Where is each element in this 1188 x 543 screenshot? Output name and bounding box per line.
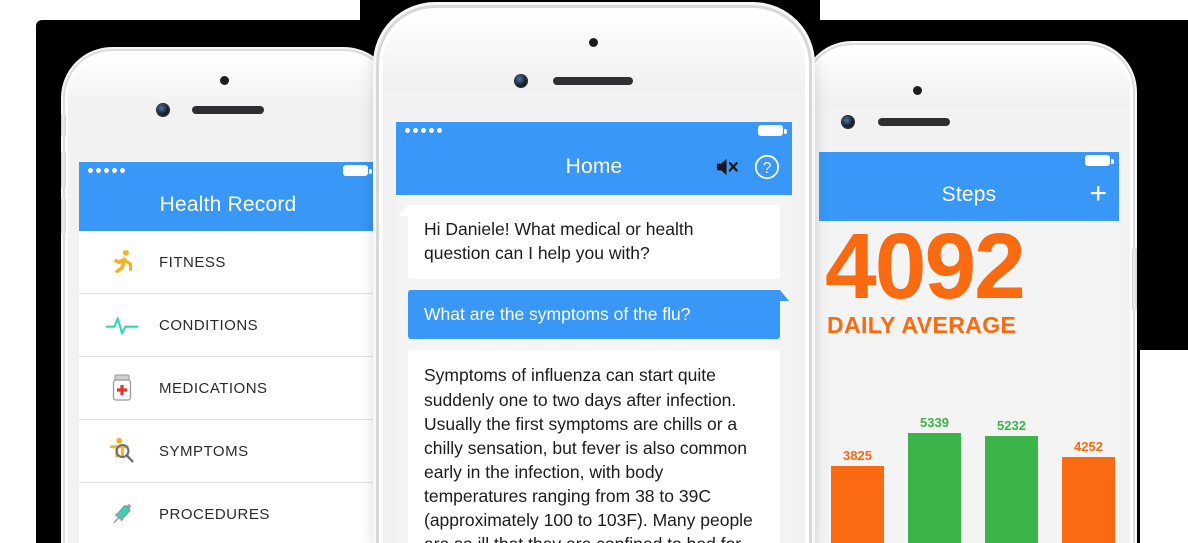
bezel-gloss: [68, 54, 388, 114]
page-title: Health Record: [159, 193, 297, 216]
volume-down-button[interactable]: [61, 198, 66, 234]
navbar-home: Home ?: [396, 139, 792, 195]
list-item-medications[interactable]: MEDICATIONS: [79, 357, 377, 420]
bar-value-label: 3825: [843, 448, 872, 464]
bar-column[interactable]: 5232: [985, 399, 1038, 543]
bar-column[interactable]: 4252: [1062, 399, 1115, 543]
chat-bubble-user[interactable]: What are the symptoms of the flu?: [408, 289, 789, 340]
list-item-label: PROCEDURES: [159, 505, 270, 523]
health-record-list: FITNESS CONDITIONS MEDICATIONS SYMPTOMS …: [79, 231, 377, 543]
screen-right: Steps + 4092 DAILY AVERAGE 3825 5339 523…: [819, 152, 1119, 543]
list-item-symptoms[interactable]: SYMPTOMS: [79, 420, 377, 483]
bar-rect: [1062, 456, 1115, 543]
body-search-icon: [101, 436, 143, 466]
status-bar-left: [79, 162, 377, 179]
bar-rect: [908, 433, 961, 543]
front-camera-icon: [515, 75, 527, 87]
navbar-actions-right: ?: [715, 154, 780, 180]
list-item-label: CONDITIONS: [159, 316, 259, 334]
navbar-actions-right: +: [1089, 178, 1107, 209]
battery-icon: [1085, 155, 1114, 166]
scrollbar-left[interactable]: [374, 236, 376, 356]
svg-text:?: ?: [763, 160, 772, 177]
battery-icon: [343, 165, 372, 176]
power-button[interactable]: [1132, 248, 1137, 310]
list-item-label: FITNESS: [159, 253, 226, 271]
list-item-label: SYMPTOMS: [159, 442, 249, 460]
bar-value-label: 4252: [1074, 438, 1103, 454]
earpiece-speaker-icon: [553, 77, 633, 85]
bar-rect: [985, 435, 1038, 543]
runner-icon: [101, 248, 143, 276]
steps-daily-average-label: DAILY AVERAGE: [827, 311, 1017, 338]
list-item-conditions[interactable]: CONDITIONS: [79, 294, 377, 357]
page-title: Home: [565, 155, 623, 178]
phone-center: Home ? Hi Daniele! What medical or healt…: [383, 12, 805, 543]
proximity-sensor-icon: [589, 38, 598, 47]
volume-up-button[interactable]: [61, 152, 66, 188]
screenshot-root: Health Record FITNESS CONDITIONS MEDICAT…: [0, 0, 1188, 543]
list-item-procedures[interactable]: PROCEDURES: [79, 483, 377, 543]
signal-strength-icon: [88, 168, 125, 173]
chat-bubble-assistant: Hi Daniele! What medical or health quest…: [399, 205, 780, 279]
speaker-mute-icon[interactable]: [715, 156, 740, 178]
list-item-fitness[interactable]: FITNESS: [79, 231, 377, 294]
proximity-sensor-icon: [913, 86, 922, 95]
proximity-sensor-icon: [220, 76, 229, 85]
steps-content: 4092 DAILY AVERAGE 3825 5339 5232 4252: [819, 214, 1119, 543]
screen-left: Health Record FITNESS CONDITIONS MEDICAT…: [79, 162, 377, 543]
steps-bar-chart: 3825 5339 5232 4252: [831, 399, 1115, 543]
plus-icon[interactable]: +: [1089, 178, 1107, 209]
screen-center: Home ? Hi Daniele! What medical or healt…: [396, 122, 792, 543]
page-title: Steps: [941, 183, 997, 206]
phone-right: Steps + 4092 DAILY AVERAGE 3825 5339 523…: [808, 48, 1137, 543]
signal-strength-icon: [405, 128, 442, 133]
list-item-label: MEDICATIONS: [159, 379, 268, 397]
question-mark-circle-icon[interactable]: ?: [754, 154, 780, 180]
pill-bottle-icon: [101, 373, 143, 403]
battery-icon: [758, 125, 787, 136]
bar-value-label: 5232: [997, 417, 1026, 433]
syringe-icon: [101, 499, 143, 529]
earpiece-speaker-icon: [192, 106, 264, 114]
bezel-gloss: [808, 48, 1130, 108]
heartbeat-icon: [101, 311, 143, 339]
steps-daily-average-value: 4092: [825, 214, 1026, 318]
chat-thread: Hi Daniele! What medical or health quest…: [396, 195, 792, 543]
phone-left: Health Record FITNESS CONDITIONS MEDICAT…: [61, 54, 388, 543]
status-bar-center: [396, 122, 792, 139]
bar-value-label: 5339: [920, 415, 949, 431]
status-bar-right: [819, 152, 1119, 169]
earpiece-speaker-icon: [878, 118, 950, 126]
front-camera-icon: [842, 116, 854, 128]
navbar-health-record: Health Record: [79, 179, 377, 231]
bar-column[interactable]: 5339: [908, 399, 961, 543]
bar-rect: [831, 466, 884, 543]
chat-answer-text: Symptoms of influenza can start quite su…: [408, 350, 780, 543]
front-camera-icon: [157, 104, 169, 116]
bar-column[interactable]: 3825: [831, 399, 884, 543]
mute-switch-button[interactable]: [61, 114, 66, 136]
